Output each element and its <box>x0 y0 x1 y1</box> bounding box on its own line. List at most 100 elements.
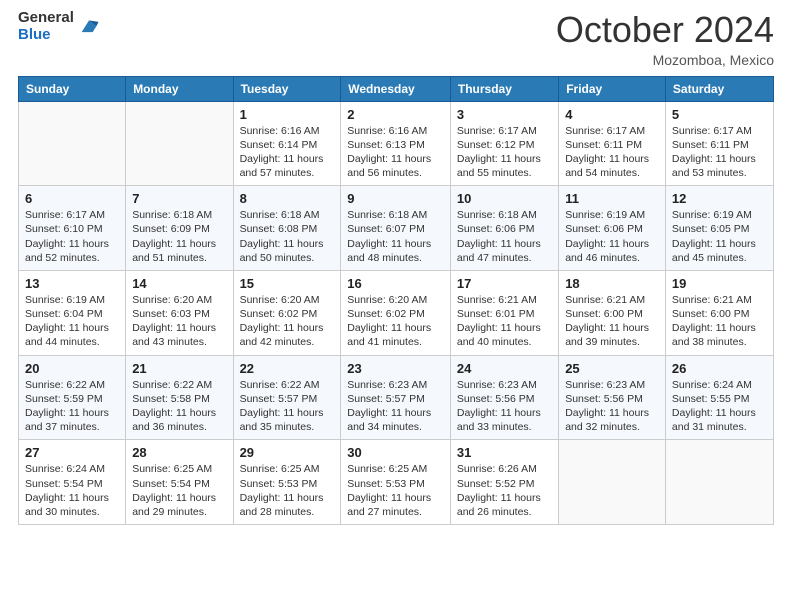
daylight-text: Daylight: 11 hours and 29 minutes. <box>132 492 216 518</box>
day-info: Sunrise: 6:22 AMSunset: 5:59 PMDaylight:… <box>25 378 119 435</box>
sunset-text: Sunset: 5:57 PM <box>347 393 425 405</box>
sunset-text: Sunset: 6:02 PM <box>240 308 318 320</box>
day-cell-19: 19 Sunrise: 6:21 AMSunset: 6:00 PMDayligh… <box>665 270 773 355</box>
day-number: 19 <box>672 276 767 291</box>
day-info: Sunrise: 6:20 AMSunset: 6:03 PMDaylight:… <box>132 293 226 350</box>
day-info: Sunrise: 6:21 AMSunset: 6:01 PMDaylight:… <box>457 293 552 350</box>
sunset-text: Sunset: 6:08 PM <box>240 223 318 235</box>
week-row-3: 13Sunrise: 6:19 AMSunset: 6:04 PMDayligh… <box>19 270 774 355</box>
day-info: Sunrise: 6:17 AMSunset: 6:10 PMDaylight:… <box>25 208 119 265</box>
day-info: Sunrise: 6:25 AMSunset: 5:54 PMDaylight:… <box>132 462 226 519</box>
day-number: 17 <box>457 276 552 291</box>
day-info: Sunrise: 6:18 AMSunset: 6:09 PMDaylight:… <box>132 208 226 265</box>
day-cell-26: 26Sunrise: 6:24 AMSunset: 5:55 PMDayligh… <box>665 355 773 440</box>
sunset-text: Sunset: 6:09 PM <box>132 223 210 235</box>
logo: General Blue <box>18 10 100 43</box>
week-row-1: 1Sunrise: 6:16 AMSunset: 6:14 PMDaylight… <box>19 101 774 186</box>
day-number: 15 <box>240 276 335 291</box>
header: General Blue October 2024 Mozomboa, Mexi… <box>18 10 774 68</box>
sunrise-text: Sunrise: 6:22 AM <box>132 379 212 391</box>
sunrise-text: Sunrise: 6:17 AM <box>565 125 645 137</box>
day-cell-13: 13Sunrise: 6:19 AMSunset: 6:04 PMDayligh… <box>19 270 126 355</box>
sunset-text: Sunset: 6:11 PM <box>672 139 749 151</box>
calendar-table: SundayMondayTuesdayWednesdayThursdayFrid… <box>18 76 774 525</box>
sunrise-text: Sunrise: 6:25 AM <box>132 463 212 475</box>
header-cell-tuesday: Tuesday <box>233 76 341 101</box>
daylight-text: Daylight: 11 hours and 45 minutes. <box>672 238 756 264</box>
day-number: 22 <box>240 361 335 376</box>
day-cell-28: 28 Sunrise: 6:25 AMSunset: 5:54 PMDayligh… <box>126 440 233 525</box>
day-info: Sunrise: 6:24 AMSunset: 5:54 PMDaylight:… <box>25 462 119 519</box>
day-number: 20 <box>25 361 119 376</box>
sunrise-text: Sunrise: 6:19 AM <box>25 294 105 306</box>
daylight-text: Daylight: 11 hours and 47 minutes. <box>457 238 541 264</box>
sunset-text: Sunset: 6:11 PM <box>565 139 642 151</box>
sunset-text: Sunset: 5:52 PM <box>457 478 535 490</box>
sunset-text: Sunset: 6:04 PM <box>25 308 103 320</box>
day-info: Sunrise: 6:18 AMSunset: 6:08 PMDaylight:… <box>240 208 335 265</box>
daylight-text: Daylight: 11 hours and 54 minutes. <box>565 153 649 179</box>
day-info: Sunrise: 6:20 AM Sunset: 6:02 PM Daylight:… <box>240 293 335 350</box>
logo-general-text: General <box>18 10 74 27</box>
sunrise-text: Sunrise: 6:20 AM <box>240 294 320 306</box>
sunset-text: Sunset: 6:01 PM <box>457 308 535 320</box>
sunset-text: Sunset: 5:53 PM <box>240 478 318 490</box>
logo-blue-text: Blue <box>18 27 74 44</box>
daylight-text: Daylight: 11 hours and 56 minutes. <box>347 153 431 179</box>
day-cell-9: 9 Sunrise: 6:18 AMSunset: 6:07 PMDaylight… <box>341 186 451 271</box>
day-cell-31: 31Sunrise: 6:26 AMSunset: 5:52 PMDayligh… <box>450 440 558 525</box>
day-cell-15: 15 Sunrise: 6:20 AM Sunset: 6:02 PM Dayligh… <box>233 270 341 355</box>
daylight-text: Daylight: 11 hours and 31 minutes. <box>672 407 756 433</box>
day-info: Sunrise: 6:22 AMSunset: 5:58 PMDaylight:… <box>132 378 226 435</box>
day-cell-12: 12Sunrise: 6:19 AMSunset: 6:05 PMDayligh… <box>665 186 773 271</box>
location: Mozomboa, Mexico <box>556 52 774 68</box>
sunset-text: Sunset: 6:13 PM <box>347 139 425 151</box>
day-info: Sunrise: 6:25 AMSunset: 5:53 PMDaylight:… <box>240 462 335 519</box>
header-cell-wednesday: Wednesday <box>341 76 451 101</box>
day-cell-16: 16Sunrise: 6:20 AMSunset: 6:02 PMDayligh… <box>341 270 451 355</box>
day-cell-empty <box>19 101 126 186</box>
day-number: 23 <box>347 361 444 376</box>
daylight-text: Daylight: 11 hours and 34 minutes. <box>347 407 431 433</box>
sunset-text: Sunset: 6:00 PM <box>565 308 643 320</box>
day-info: Sunrise: 6:18 AMSunset: 6:07 PMDaylight:… <box>347 208 444 265</box>
day-info: Sunrise: 6:23 AMSunset: 5:57 PMDaylight:… <box>347 378 444 435</box>
day-info: Sunrise: 6:21 AMSunset: 6:00 PMDaylight:… <box>565 293 659 350</box>
day-number: 4 <box>565 107 659 122</box>
daylight-text: Daylight: 11 hours and 38 minutes. <box>672 322 756 348</box>
sunrise-text: Sunrise: 6:24 AM <box>25 463 105 475</box>
day-cell-4: 4 Sunrise: 6:17 AM Sunset: 6:11 PM Daylight… <box>559 101 666 186</box>
page: General Blue October 2024 Mozomboa, Mexi… <box>0 0 792 612</box>
sunrise-text: Sunrise: 6:23 AM <box>565 379 645 391</box>
daylight-text: Daylight: 11 hours and 33 minutes. <box>457 407 541 433</box>
sunrise-text: Sunrise: 6:16 AM <box>347 125 427 137</box>
title-block: October 2024 Mozomboa, Mexico <box>556 10 774 68</box>
day-number: 11 <box>565 191 659 206</box>
day-cell-20: 20 Sunrise: 6:22 AMSunset: 5:59 PMDayligh… <box>19 355 126 440</box>
day-number: 28 <box>132 445 226 460</box>
sunset-text: Sunset: 6:03 PM <box>132 308 210 320</box>
day-number: 9 <box>347 191 444 206</box>
day-info: Sunrise: 6:16 AM Sunset: 6:13 PM Daylight:… <box>347 124 444 181</box>
sunset-text: Sunset: 6:06 PM <box>457 223 535 235</box>
day-number: 3 <box>457 107 552 122</box>
sunset-text: Sunset: 6:02 PM <box>347 308 425 320</box>
day-info: Sunrise: 6:19 AMSunset: 6:05 PMDaylight:… <box>672 208 767 265</box>
day-info: Sunrise: 6:23 AMSunset: 5:56 PMDaylight:… <box>457 378 552 435</box>
daylight-text: Daylight: 11 hours and 42 minutes. <box>240 322 324 348</box>
sunrise-text: Sunrise: 6:25 AM <box>240 463 320 475</box>
week-row-5: 27Sunrise: 6:24 AMSunset: 5:54 PMDayligh… <box>19 440 774 525</box>
sunrise-text: Sunrise: 6:18 AM <box>347 209 427 221</box>
daylight-text: Daylight: 11 hours and 27 minutes. <box>347 492 431 518</box>
sunrise-text: Sunrise: 6:21 AM <box>565 294 645 306</box>
sunrise-text: Sunrise: 6:17 AM <box>25 209 105 221</box>
sunrise-text: Sunrise: 6:19 AM <box>565 209 645 221</box>
sunrise-text: Sunrise: 6:18 AM <box>132 209 212 221</box>
sunrise-text: Sunrise: 6:18 AM <box>240 209 320 221</box>
day-cell-29: 29Sunrise: 6:25 AMSunset: 5:53 PMDayligh… <box>233 440 341 525</box>
daylight-text: Daylight: 11 hours and 46 minutes. <box>565 238 649 264</box>
sunset-text: Sunset: 6:12 PM <box>457 139 535 151</box>
header-cell-friday: Friday <box>559 76 666 101</box>
day-info: Sunrise: 6:17 AM Sunset: 6:11 PM Daylight:… <box>565 124 659 181</box>
day-info: Sunrise: 6:21 AMSunset: 6:00 PMDaylight:… <box>672 293 767 350</box>
